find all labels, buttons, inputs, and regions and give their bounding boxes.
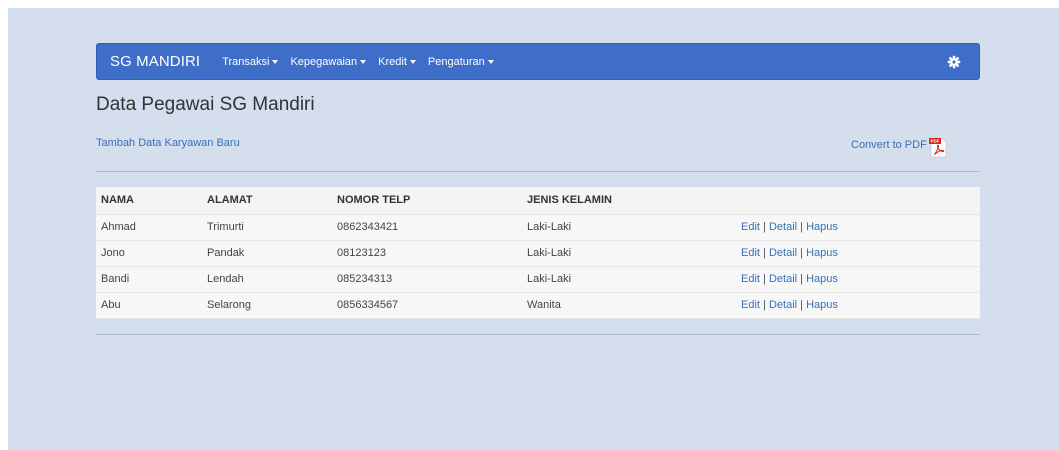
add-employee-link[interactable]: Tambah Data Karyawan Baru [96,137,240,149]
cell-alamat: Trimurti [202,214,332,241]
nav-kredit-menu[interactable]: Kredit [378,56,416,68]
cell-nama: Jono [96,240,202,267]
nav-pengaturan-menu[interactable]: Pengaturan [428,56,494,68]
table-row: Jono Pandak 08123123 Laki-Laki Edit | De… [96,240,980,267]
nav-kepegawaian-menu[interactable]: Kepegawaian [290,55,367,68]
pdf-icon[interactable]: PDF [927,136,949,158]
cell-jenis-kelamin: Laki-Laki [522,214,736,241]
cell-jenis-kelamin: Wanita [522,292,736,319]
caret-down-icon [487,59,494,64]
divider-top [96,171,980,172]
svg-text:PDF: PDF [931,139,940,144]
header-jenis-kelamin: JENIS KELAMIN [522,187,736,215]
gear-icon[interactable] [947,55,961,69]
divider-bottom [96,334,980,335]
cell-actions: Edit | Detail | Hapus [736,266,980,293]
nav-pengaturan-label: Pengaturan [427,55,485,68]
caret-down-icon [360,59,367,64]
table-row: Ahmad Trimurti 0862343421 Laki-Laki Edit… [96,214,980,241]
caret-down-icon [409,59,416,64]
detail-link[interactable]: Detail [769,221,797,233]
header-alamat: ALAMAT [202,187,332,215]
caret-down-icon [272,59,279,64]
cell-jenis-kelamin: Laki-Laki [522,240,736,267]
cell-jenis-kelamin: Laki-Laki [522,266,736,293]
cell-actions: Edit | Detail | Hapus [736,292,980,319]
cell-actions: Edit | Detail | Hapus [736,214,980,241]
cell-telp: 08123123 [332,240,522,267]
top-navbar: SG MANDIRI Transaksi Kepegawaian Kredit … [96,43,980,80]
edit-link[interactable]: Edit [741,299,760,311]
cell-telp: 0856334567 [332,292,522,319]
cell-telp: 0862343421 [332,214,522,241]
convert-to-pdf-link[interactable]: Convert to PDF [851,139,927,151]
cell-telp: 085234313 [332,266,522,293]
cell-nama: Abu [96,292,202,319]
table-header-row: NAMA ALAMAT NOMOR TELP JENIS KELAMIN [96,187,980,215]
cell-alamat: Pandak [202,240,332,267]
detail-link[interactable]: Detail [769,247,797,259]
header-nama: NAMA [96,187,202,215]
hapus-link[interactable]: Hapus [806,273,838,285]
nav-transaksi-menu[interactable]: Transaksi [222,55,279,68]
edit-link[interactable]: Edit [741,247,760,259]
nav-transaksi-label: Transaksi [222,55,270,68]
hapus-link[interactable]: Hapus [806,221,838,233]
nav-kredit-label: Kredit [378,55,407,68]
hapus-link[interactable]: Hapus [806,247,838,259]
cell-actions: Edit | Detail | Hapus [736,240,980,267]
employee-table: NAMA ALAMAT NOMOR TELP JENIS KELAMIN Ahm… [96,187,980,319]
brand-logo-text[interactable]: SG MANDIRI [97,53,212,70]
detail-link[interactable]: Detail [769,273,797,285]
header-actions [736,187,980,215]
page-title: Data Pegawai SG Mandiri [96,94,315,115]
nav-kepegawaian-label: Kepegawaian [290,55,358,68]
cell-nama: Ahmad [96,214,202,241]
header-nomor-telp: NOMOR TELP [332,187,522,215]
cell-nama: Bandi [96,266,202,293]
hapus-link[interactable]: Hapus [806,299,838,311]
edit-link[interactable]: Edit [741,273,760,285]
cell-alamat: Lendah [202,266,332,293]
table-row: Abu Selarong 0856334567 Wanita Edit | De… [96,292,980,319]
table-row: Bandi Lendah 085234313 Laki-Laki Edit | … [96,266,980,293]
detail-link[interactable]: Detail [769,299,797,311]
cell-alamat: Selarong [202,292,332,319]
edit-link[interactable]: Edit [741,221,760,233]
